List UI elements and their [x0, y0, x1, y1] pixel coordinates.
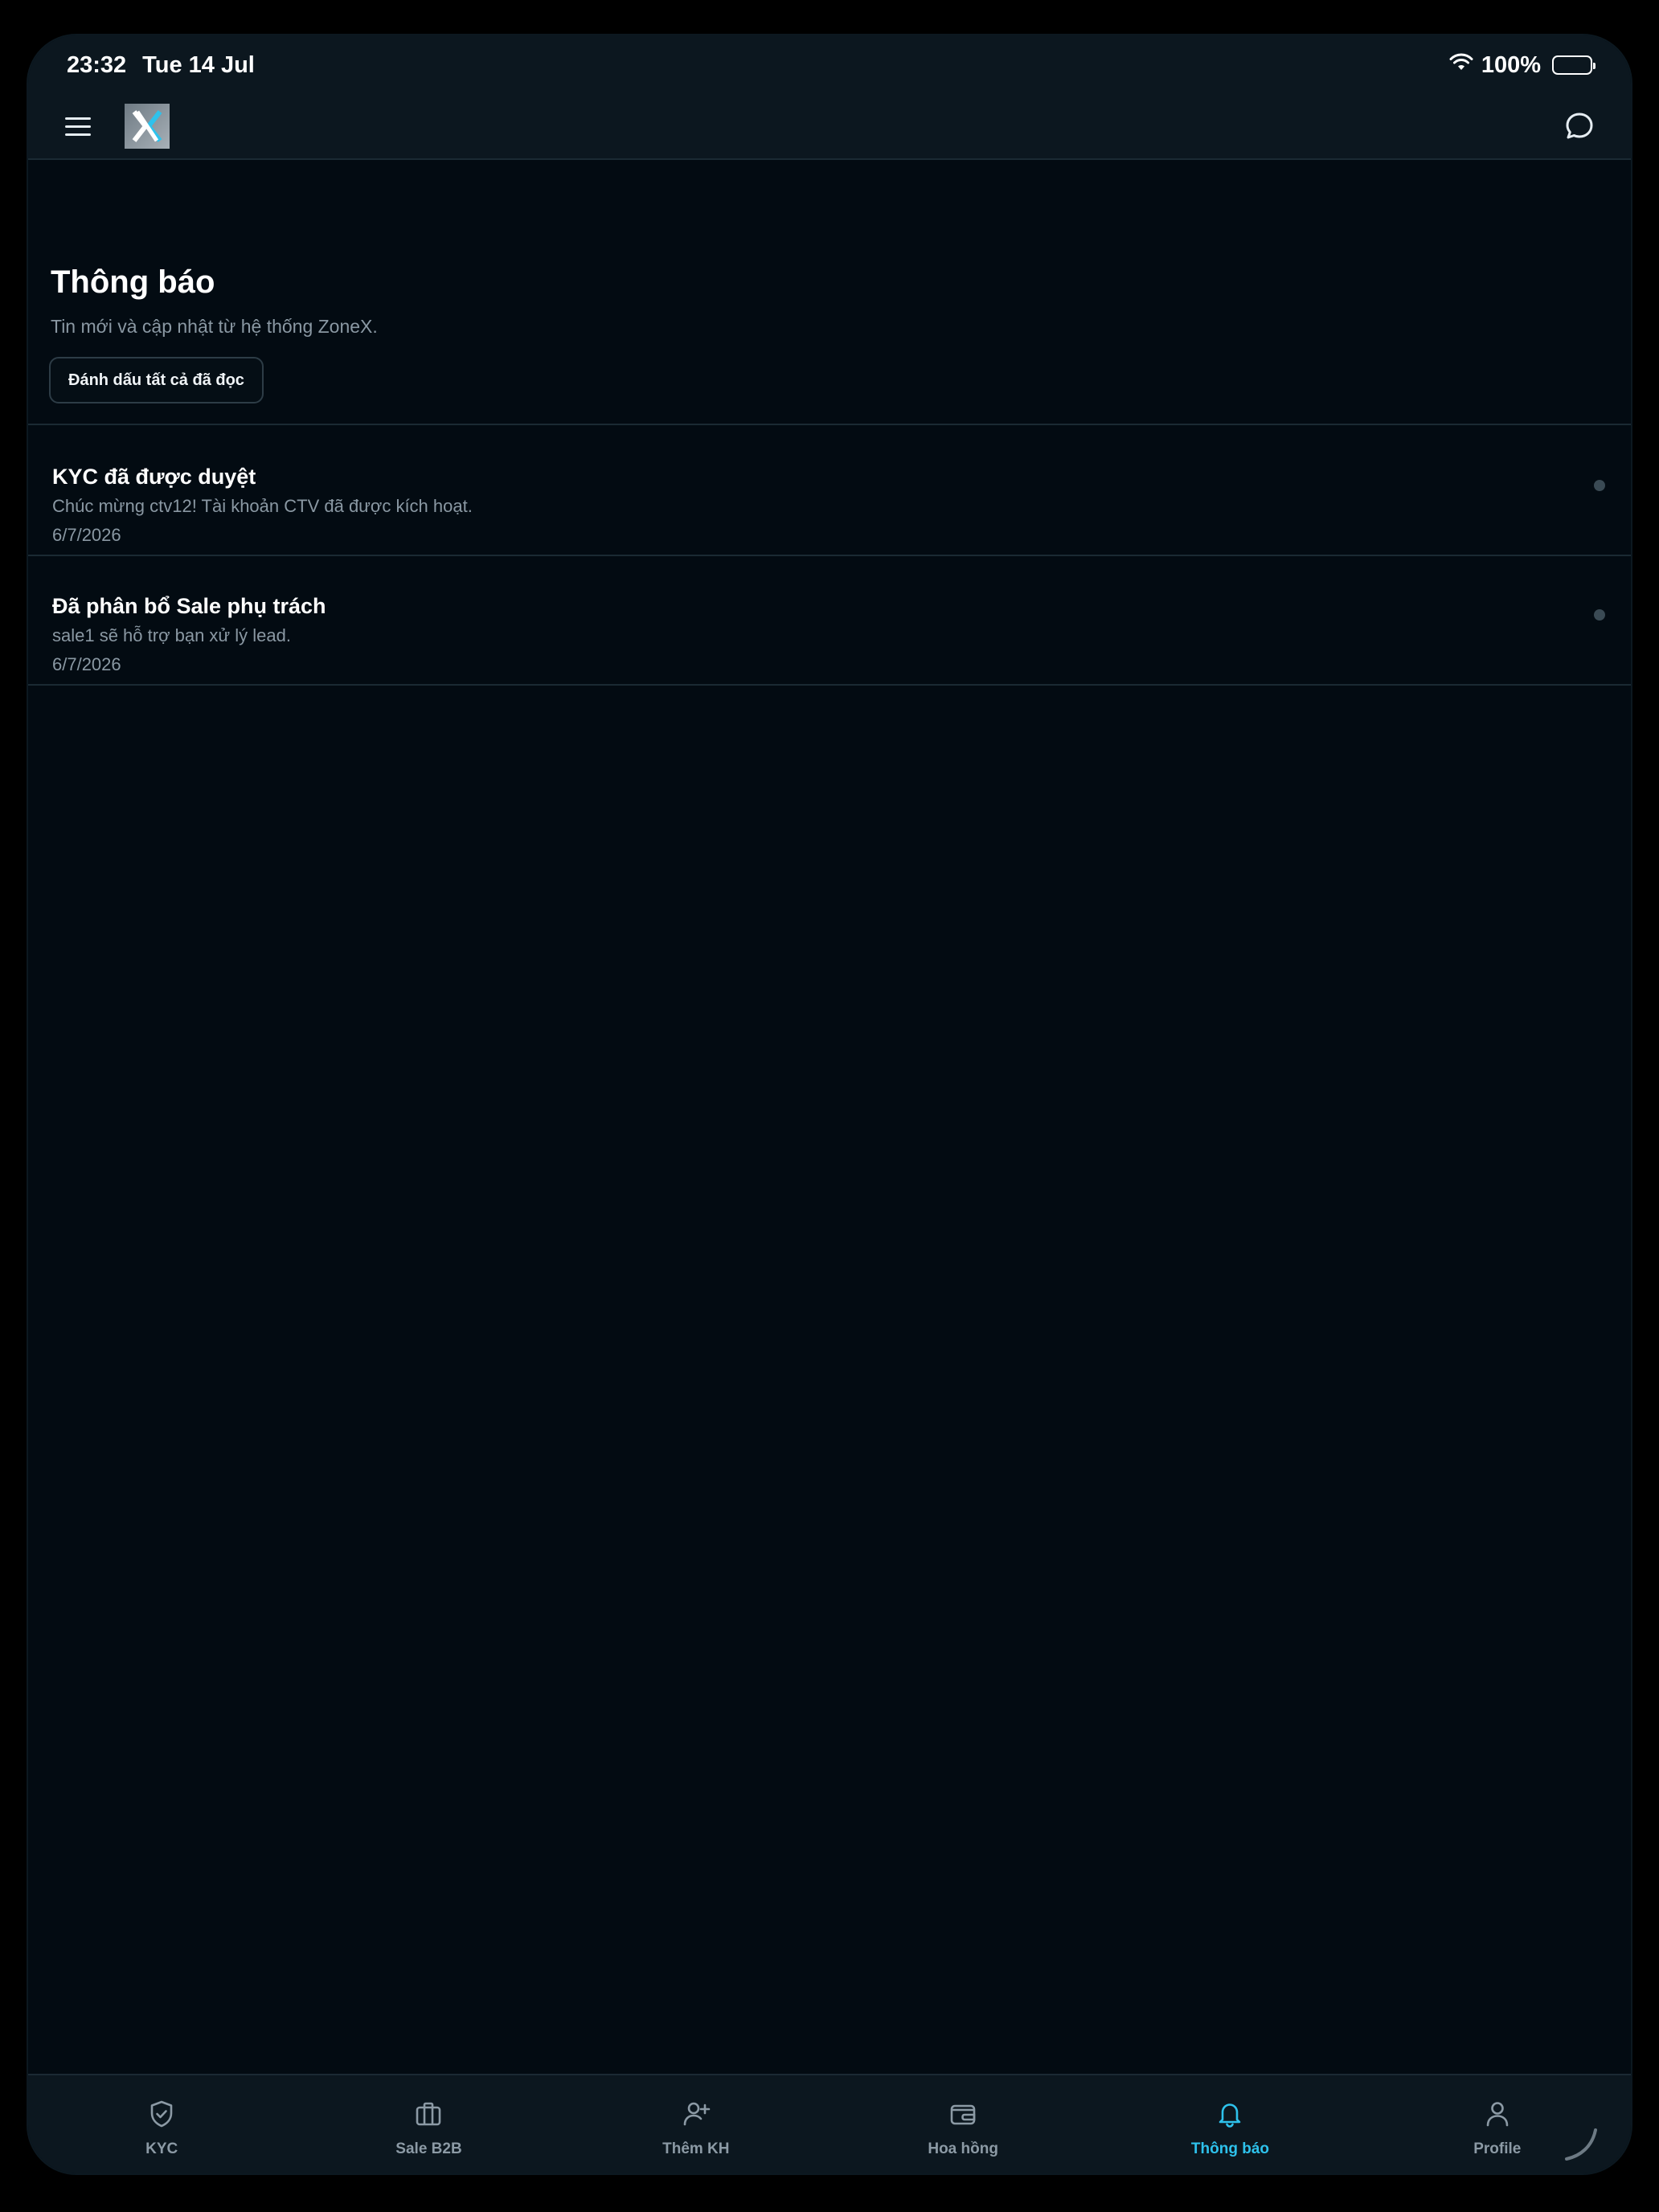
bell-icon	[1214, 2098, 1246, 2134]
shield-check-icon	[145, 2098, 178, 2134]
tab-label: Profile	[1473, 2140, 1522, 2157]
app-screen: 23:32 Tue 14 Jul 100% Thông báo Tin mới …	[27, 34, 1632, 2175]
tab-label: Sale B2B	[395, 2140, 462, 2157]
unread-dot	[1594, 609, 1605, 621]
notification-date: 6/7/2026	[52, 525, 121, 546]
notification-body: Chúc mừng ctv12! Tài khoản CTV đã được k…	[52, 496, 473, 517]
tab-label: Thêm KH	[662, 2140, 730, 2157]
status-time: 23:32	[67, 51, 127, 78]
notification-item[interactable]: KYC đã được duyệt Chúc mừng ctv12! Tài k…	[28, 427, 1631, 556]
bottom-tab-bar: KYC Sale B2B Thêm KH Hoa hồng Thông báo	[28, 2074, 1631, 2173]
notification-title: Đã phân bổ Sale phụ trách	[52, 594, 326, 618]
tab-label: KYC	[145, 2140, 178, 2157]
app-header	[28, 96, 1631, 156]
tab-hoa-hong[interactable]: Hoa hồng	[830, 2075, 1096, 2173]
tab-thong-bao[interactable]: Thông báo	[1096, 2075, 1363, 2173]
status-left: 23:32 Tue 14 Jul	[67, 52, 255, 79]
briefcase-icon	[412, 2098, 444, 2134]
user-icon	[1481, 2098, 1514, 2134]
chat-bubble-icon[interactable]	[1560, 107, 1599, 145]
notification-body: sale1 sẽ hỗ trợ bạn xử lý lead.	[52, 625, 291, 646]
tab-kyc[interactable]: KYC	[28, 2075, 295, 2173]
page-header: Thông báo Tin mới và cập nhật từ hệ thốn…	[28, 160, 1631, 425]
resize-corner-icon	[1563, 2127, 1599, 2162]
notification-title: KYC đã được duyệt	[52, 465, 256, 489]
zonex-logo[interactable]	[125, 104, 170, 149]
user-plus-icon	[680, 2098, 712, 2134]
page-title: Thông báo	[51, 264, 215, 300]
top-bar: 23:32 Tue 14 Jul 100%	[28, 35, 1631, 160]
wifi-icon	[1449, 52, 1473, 79]
mark-all-read-button[interactable]: Đánh dấu tất cả đã đọc	[49, 357, 264, 403]
hamburger-menu-icon[interactable]	[65, 112, 94, 141]
page-subtitle: Tin mới và cập nhật từ hệ thống ZoneX.	[51, 316, 378, 337]
status-bar: 23:32 Tue 14 Jul 100%	[67, 45, 1596, 85]
battery-icon	[1552, 55, 1596, 75]
tab-them-kh[interactable]: Thêm KH	[563, 2075, 830, 2173]
tab-label: Hoa hồng	[928, 2140, 998, 2157]
notification-list: KYC đã được duyệt Chúc mừng ctv12! Tài k…	[28, 427, 1631, 686]
notification-date: 6/7/2026	[52, 654, 121, 675]
wallet-icon	[947, 2098, 979, 2134]
battery-percentage: 100%	[1481, 51, 1541, 78]
notification-item[interactable]: Đã phân bổ Sale phụ trách sale1 sẽ hỗ tr…	[28, 556, 1631, 686]
status-date: Tue 14 Jul	[142, 51, 255, 78]
tab-label: Thông báo	[1190, 2140, 1270, 2157]
status-right: 100%	[1449, 51, 1596, 79]
unread-dot	[1594, 480, 1605, 491]
tab-sale-b2b[interactable]: Sale B2B	[295, 2075, 562, 2173]
